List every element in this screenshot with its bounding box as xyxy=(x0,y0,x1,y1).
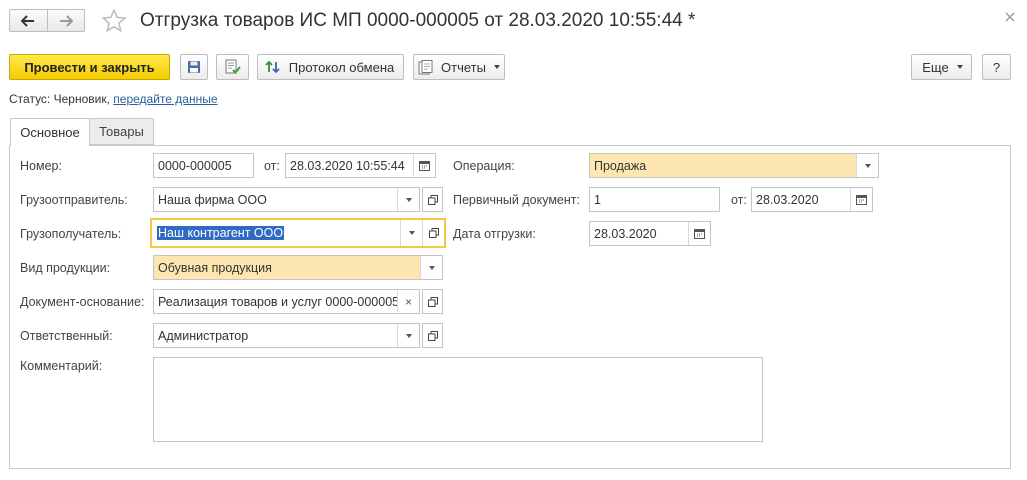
open-window-icon xyxy=(428,228,439,238)
base-document-field[interactable]: Реализация товаров и услуг 0000-000005 × xyxy=(153,289,420,314)
primary-doc-label: Первичный документ: xyxy=(453,193,580,207)
operation-select[interactable]: Продажа xyxy=(589,153,879,178)
consignee-dropdown-button[interactable] xyxy=(400,220,422,246)
date-field[interactable]: 28.03.2020 10:55:44 xyxy=(285,153,436,178)
arrow-right-icon xyxy=(59,14,73,27)
tab-main-label: Основное xyxy=(20,125,80,140)
shipment-date-label: Дата отгрузки: xyxy=(453,227,536,241)
product-type-value: Обувная продукция xyxy=(158,260,272,275)
responsible-dropdown-button[interactable] xyxy=(397,324,419,347)
number-value: 0000-000005 xyxy=(158,158,232,173)
base-document-clear-button[interactable]: × xyxy=(397,290,419,313)
chevron-down-icon xyxy=(405,333,412,338)
open-window-icon xyxy=(427,330,438,341)
comment-label: Комментарий: xyxy=(20,359,103,373)
chevron-down-icon xyxy=(864,163,871,168)
primary-doc-date-field[interactable]: 28.03.2020 xyxy=(751,187,873,212)
chevron-down-icon xyxy=(956,65,963,69)
calendar-button[interactable] xyxy=(850,188,872,211)
consignee-field[interactable]: Наш контрагент ООО xyxy=(150,218,446,248)
primary-doc-date-value: 28.03.2020 xyxy=(756,192,819,207)
post-and-close-button[interactable]: Провести и закрыть xyxy=(9,54,170,80)
status-label: Статус: xyxy=(9,92,51,106)
consignor-value: Наша фирма ООО xyxy=(158,192,267,207)
post-and-close-label: Провести и закрыть xyxy=(24,59,155,75)
consignee-open-button[interactable] xyxy=(422,220,444,246)
help-button[interactable]: ? xyxy=(982,54,1011,80)
date-from-label: от: xyxy=(264,159,280,173)
responsible-open-button[interactable] xyxy=(422,323,443,348)
open-window-icon xyxy=(427,296,438,307)
product-type-dropdown-button[interactable] xyxy=(420,256,442,279)
primary-doc-field[interactable]: 1 xyxy=(589,187,720,212)
consignor-label: Грузоотправитель: xyxy=(20,193,128,207)
shipment-date-field[interactable]: 28.03.2020 xyxy=(589,221,711,246)
number-label: Номер: xyxy=(20,159,62,173)
product-type-select[interactable]: Обувная продукция xyxy=(153,255,443,280)
floppy-disk-icon xyxy=(188,61,200,73)
send-data-link[interactable]: передайте данные xyxy=(113,92,217,106)
calendar-icon xyxy=(694,229,705,239)
base-document-value: Реализация товаров и услуг 0000-000005 xyxy=(158,294,397,309)
exchange-arrows-icon xyxy=(265,60,280,74)
operation-label: Операция: xyxy=(453,159,515,173)
report-icon xyxy=(418,59,433,74)
responsible-field[interactable]: Администратор xyxy=(153,323,420,348)
base-document-label: Документ-основание: xyxy=(20,295,145,309)
forward-button[interactable] xyxy=(46,10,85,31)
consignee-value: Наш контрагент ООО xyxy=(157,226,285,240)
status-value: Черновик, xyxy=(53,92,110,106)
post-button[interactable] xyxy=(216,54,249,80)
favorite-star-icon[interactable] xyxy=(101,8,127,34)
operation-dropdown-button[interactable] xyxy=(856,154,878,177)
tab-goods-label: Товары xyxy=(99,124,144,139)
chevron-down-icon xyxy=(408,231,415,235)
help-label: ? xyxy=(992,59,1001,75)
base-document-open-button[interactable] xyxy=(422,289,443,314)
comment-textarea[interactable] xyxy=(153,357,763,442)
exchange-protocol-label: Протокол обмена xyxy=(288,59,395,75)
close-icon[interactable] xyxy=(1003,10,1017,24)
more-button[interactable]: Еще xyxy=(911,54,972,80)
responsible-label: Ответственный: xyxy=(20,329,113,343)
calendar-button[interactable] xyxy=(413,154,435,177)
chevron-down-icon xyxy=(493,65,500,69)
primary-doc-date-label: от: xyxy=(731,193,747,207)
consignor-open-button[interactable] xyxy=(422,187,443,212)
navigation-buttons xyxy=(9,9,85,32)
operation-value: Продажа xyxy=(594,158,647,173)
reports-label: Отчеты xyxy=(441,59,486,75)
calendar-icon xyxy=(419,161,430,171)
calendar-icon xyxy=(856,195,867,205)
status-line: Статус: Черновик, передайте данные xyxy=(9,92,218,106)
more-label: Еще xyxy=(922,59,949,75)
consignor-field[interactable]: Наша фирма ООО xyxy=(153,187,420,212)
product-type-label: Вид продукции: xyxy=(20,261,111,275)
open-window-icon xyxy=(427,194,438,205)
date-value: 28.03.2020 10:55:44 xyxy=(290,158,405,173)
arrow-left-icon xyxy=(21,14,35,27)
exchange-protocol-button[interactable]: Протокол обмена xyxy=(257,54,404,80)
chevron-down-icon xyxy=(405,197,412,202)
shipment-date-value: 28.03.2020 xyxy=(594,226,657,241)
calendar-button[interactable] xyxy=(688,222,710,245)
reports-button[interactable]: Отчеты xyxy=(413,54,505,80)
primary-doc-value: 1 xyxy=(594,192,601,207)
consignor-dropdown-button[interactable] xyxy=(397,188,419,211)
clear-icon: × xyxy=(404,294,412,309)
back-button[interactable] xyxy=(10,10,47,31)
post-document-icon xyxy=(225,59,241,74)
consignee-label: Грузополучатель: xyxy=(20,227,122,241)
chevron-down-icon xyxy=(428,265,435,270)
number-field[interactable]: 0000-000005 xyxy=(153,153,254,178)
save-button[interactable] xyxy=(180,54,208,80)
tab-main[interactable]: Основное xyxy=(10,118,90,146)
responsible-value: Администратор xyxy=(158,328,249,343)
page-title: Отгрузка товаров ИС МП 0000-000005 от 28… xyxy=(140,10,696,31)
tab-goods[interactable]: Товары xyxy=(89,118,154,145)
